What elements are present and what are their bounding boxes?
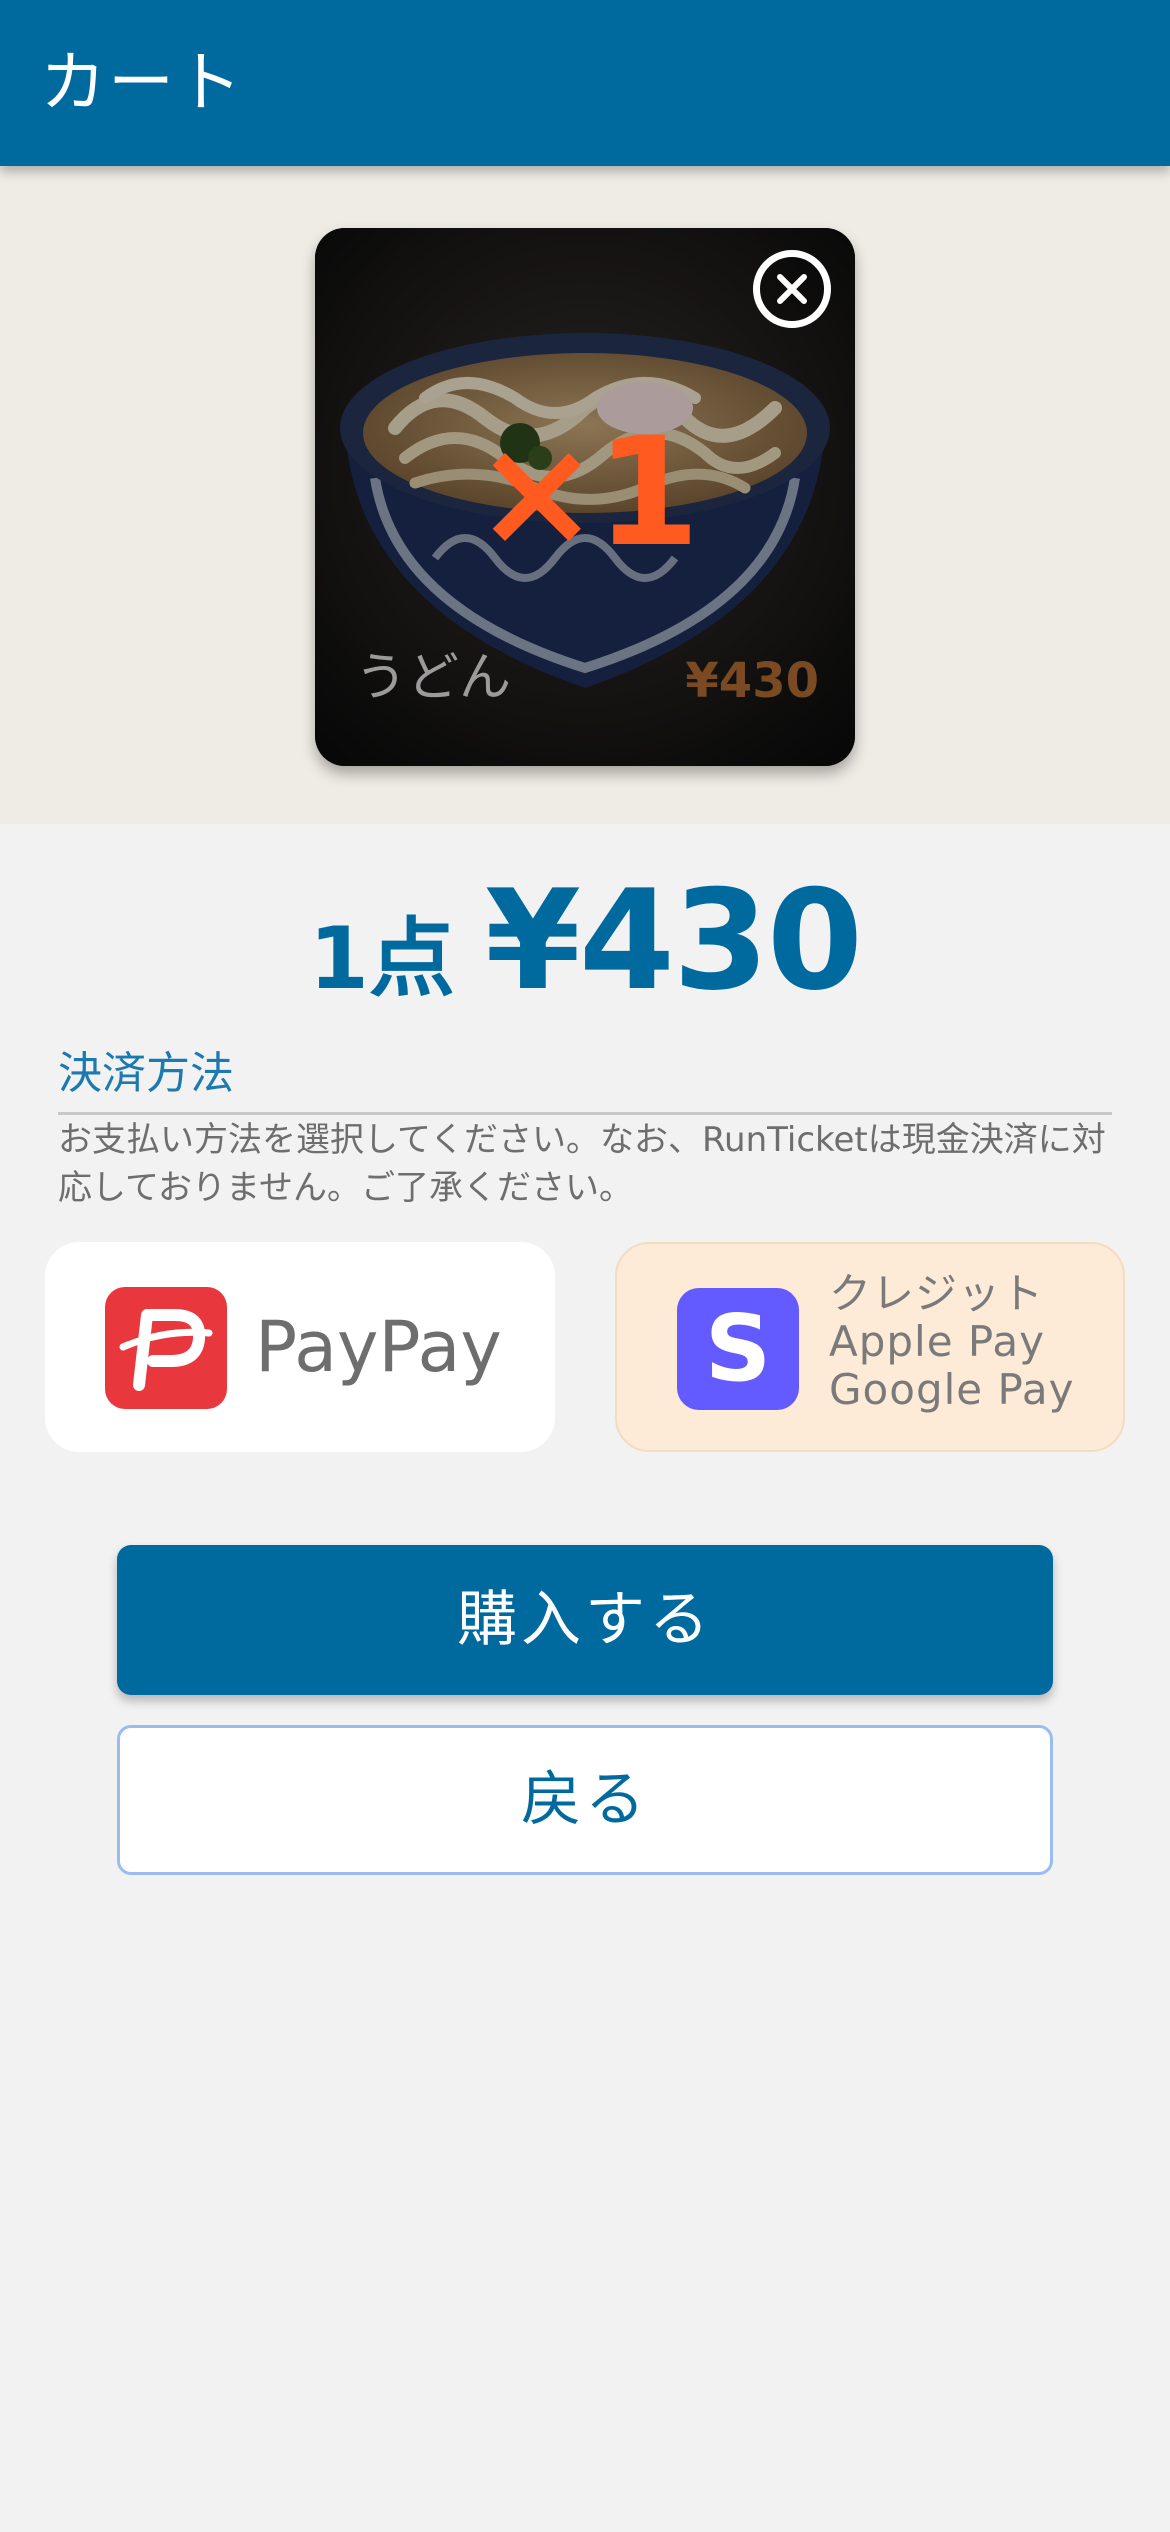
- section-divider: [58, 1112, 1112, 1115]
- total-amount: ¥430: [484, 860, 863, 1021]
- payment-description: お支払い方法を選択してください。なお、RunTicketは現金決済に対応しており…: [58, 1120, 1106, 1208]
- stripe-logo-icon: S: [677, 1288, 799, 1410]
- back-button[interactable]: 戻る: [117, 1725, 1053, 1875]
- apple-pay-label: Apple Pay: [829, 1317, 1045, 1366]
- purchase-button[interactable]: 購入する: [117, 1545, 1053, 1695]
- credit-label: クレジット: [829, 1269, 1045, 1318]
- card-payment-option[interactable]: S クレジット Apple Pay Google Pay: [615, 1242, 1125, 1452]
- payment-section-title: 決済方法: [58, 1048, 234, 1099]
- paypay-option[interactable]: PayPay: [45, 1242, 555, 1452]
- remove-item-button[interactable]: [753, 250, 831, 328]
- close-circle-icon: [777, 274, 807, 304]
- item-quantity: ×1: [473, 406, 700, 580]
- paypay-logo-icon: [105, 1287, 227, 1409]
- page-title: カート: [40, 44, 244, 121]
- item-count: 1点: [309, 909, 455, 1009]
- app-header: カート: [0, 0, 1170, 166]
- item-price: ¥430: [685, 653, 819, 709]
- order-total: 1点 ¥430: [0, 860, 1170, 1021]
- cart-item-card[interactable]: ×1 うどん ¥430: [315, 228, 855, 766]
- item-name: うどん: [355, 648, 512, 708]
- google-pay-label: Google Pay: [829, 1365, 1075, 1414]
- paypay-label: PayPay: [255, 1306, 502, 1388]
- card-payment-labels: クレジット Apple Pay Google Pay: [829, 1270, 1075, 1414]
